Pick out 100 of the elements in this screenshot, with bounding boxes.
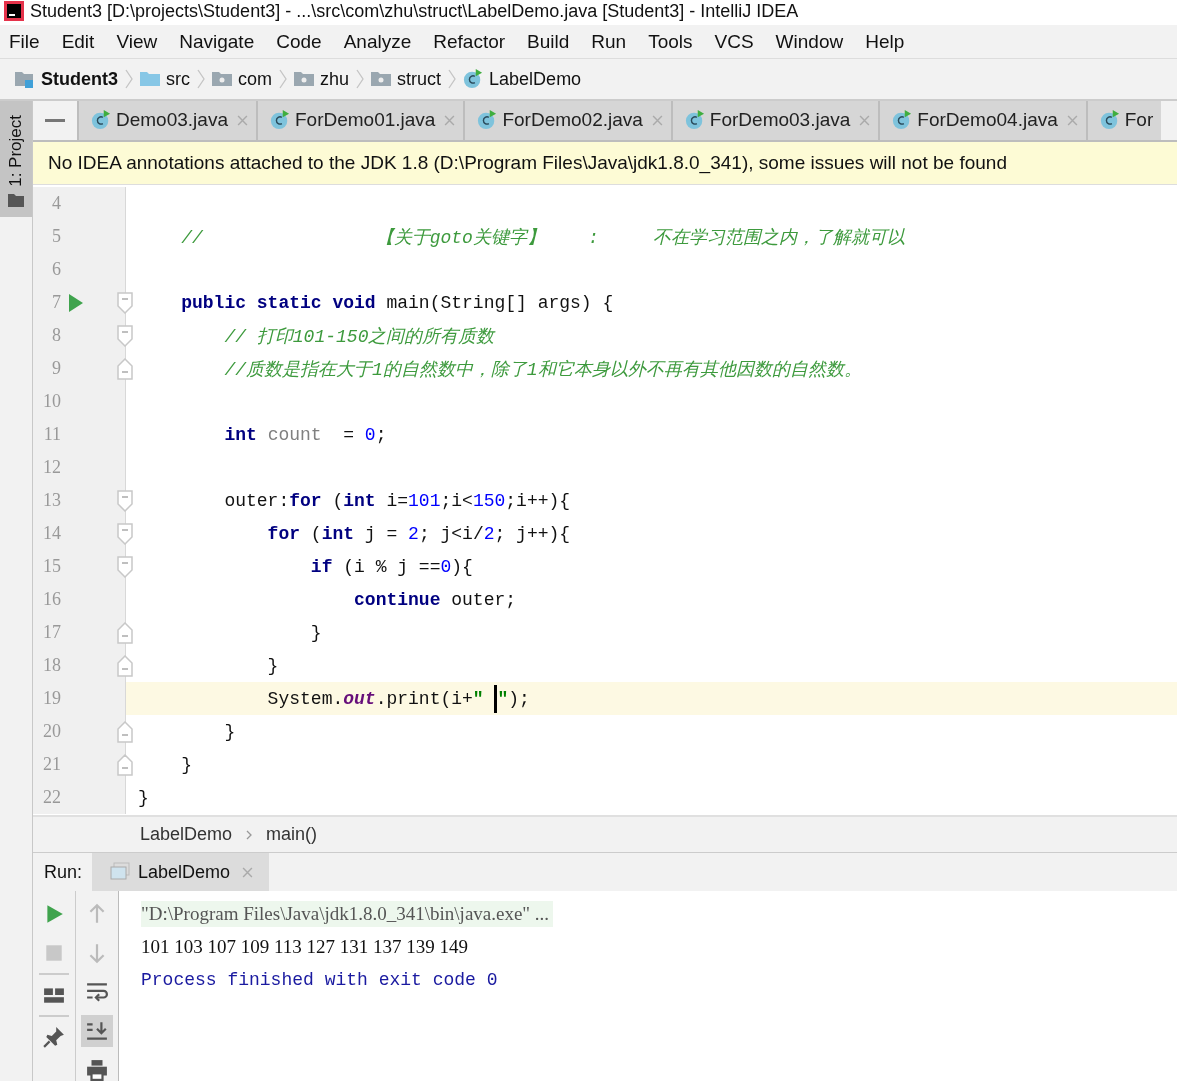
editor-tab[interactable]: ForDemo03.java [670, 101, 879, 140]
unfold-icon[interactable] [117, 621, 133, 644]
fold-icon[interactable] [117, 522, 133, 545]
breadcrumb-item[interactable]: com [212, 68, 273, 90]
code-line: for (int j = 2; j<i/2; j++){ [266, 523, 571, 544]
line-number: 21 [42, 754, 61, 776]
line-number: 14 [42, 523, 61, 545]
breadcrumb-item[interactable]: LabelDemo [140, 824, 233, 846]
code-line: } [223, 721, 236, 742]
code-line: int count = 0; [223, 424, 387, 445]
chevron-icon [279, 69, 288, 89]
code-line: continue outer; [353, 589, 517, 610]
menu-item[interactable]: Run [591, 30, 627, 53]
window-title: Student3 [D:\projects\Student3] - ...\src\com\zhu\struct\LabelDemo.java [Student3] - IntelliJ IDEA [30, 0, 799, 22]
editor-tab[interactable]: Demo03.java [77, 101, 256, 140]
line-number: 17 [42, 622, 61, 644]
editor-tab[interactable]: For [1085, 101, 1162, 140]
run-tab[interactable]: LabelDemo [92, 853, 270, 891]
breadcrumb-item[interactable]: main() [266, 824, 318, 846]
editor-tab[interactable]: ForDemo04.java [878, 101, 1086, 140]
window-icon [110, 862, 131, 882]
package-folder-icon [212, 69, 232, 89]
fold-icon[interactable] [117, 555, 133, 578]
unfold-icon[interactable] [117, 654, 133, 677]
code-line: System.out.print(i+" "); [126, 684, 530, 713]
code-line: // 打印101-150之间的所有质数 [223, 325, 495, 348]
chevron-icon [125, 69, 133, 89]
fold-icon[interactable] [117, 324, 133, 347]
close-icon[interactable] [651, 114, 663, 126]
editor-tab[interactable]: ForDemo02.java [463, 101, 671, 140]
close-icon[interactable] [859, 114, 871, 126]
menu-item[interactable]: Window [775, 30, 844, 53]
code-line: public static void main(String[] args) { [180, 292, 614, 313]
line-number: 4 [51, 193, 61, 215]
folder-icon [140, 69, 160, 89]
breadcrumb-item[interactable]: struct [371, 68, 442, 90]
class-icon [269, 110, 290, 131]
unfold-icon[interactable] [117, 720, 133, 743]
project-tool-tab[interactable]: 1: Project [0, 101, 32, 217]
class-icon [477, 110, 498, 131]
pin-icon[interactable] [43, 1026, 65, 1048]
line-number: 9 [51, 358, 61, 380]
menu-item[interactable]: VCS [714, 30, 754, 53]
close-icon[interactable] [1066, 114, 1078, 126]
close-icon[interactable] [236, 114, 248, 126]
line-number: 6 [51, 259, 61, 281]
unfold-icon[interactable] [117, 357, 133, 380]
code-line: } [180, 754, 192, 775]
line-number: 8 [51, 325, 61, 347]
editor-tab[interactable]: ForDemo01.java [255, 101, 464, 140]
console-line: Process finished with exit code 0 [141, 969, 498, 990]
menu-item[interactable]: Help [865, 30, 905, 53]
package-folder-icon [371, 69, 392, 89]
class-icon [684, 110, 705, 131]
menu-item[interactable]: Analyze [343, 30, 412, 53]
breadcrumb-item[interactable]: zhu [294, 68, 350, 90]
menu-item[interactable]: Build [527, 30, 570, 53]
breadcrumb-item[interactable]: Student3 [15, 68, 118, 90]
menu-item[interactable]: View [116, 30, 158, 53]
print-icon[interactable] [86, 1059, 108, 1081]
line-number: 16 [42, 589, 61, 611]
menu-item[interactable]: File [9, 30, 40, 53]
menu-item[interactable]: Tools [648, 30, 693, 53]
code-line: } [309, 622, 322, 643]
line-number: 20 [42, 721, 61, 743]
run-icon[interactable] [69, 293, 83, 312]
chevron-icon [246, 829, 253, 840]
fold-icon[interactable] [117, 291, 133, 314]
menu-item[interactable]: Code [276, 30, 322, 53]
class-icon [892, 110, 913, 131]
line-number: 11 [42, 424, 61, 446]
code-line: } [266, 655, 279, 676]
line-number: 13 [42, 490, 61, 512]
close-icon[interactable] [242, 866, 254, 878]
breadcrumb-item[interactable]: src [140, 68, 190, 90]
soft-wrap-icon[interactable] [86, 981, 108, 1003]
stop-icon[interactable] [43, 942, 65, 964]
code-line: //质数是指在大于1的自然数中，除了1和它本身以外不再有其他因数的自然数。 [223, 358, 862, 381]
fold-icon[interactable] [117, 489, 133, 512]
notification-banner: No IDEA annotations attached to the JDK 1.8 (D:\Program Files\Java\jdk1.8.0_341), some issues will not be found [33, 141, 1177, 186]
minimize-icon[interactable] [45, 118, 65, 122]
close-icon[interactable] [444, 114, 456, 126]
line-number: 22 [42, 787, 61, 809]
console-line: 101 103 107 109 113 127 131 137 139 149 [141, 935, 469, 958]
breadcrumb-item[interactable]: LabelDemo [463, 68, 582, 90]
unfold-icon[interactable] [117, 753, 133, 776]
line-number: 19 [42, 688, 61, 710]
menu-item[interactable]: Edit [61, 30, 95, 53]
menu-item[interactable]: Navigate [179, 30, 255, 53]
code-line: } [137, 787, 149, 808]
class-icon [91, 110, 111, 131]
line-number: 18 [42, 655, 61, 677]
class-icon [1099, 110, 1120, 131]
code-line: // 【关于goto关键字】 : 不在学习范围之内，了解就可以 [180, 226, 905, 249]
code-line: outer:for (int i=101;i<150;i++){ [223, 490, 571, 511]
chevron-icon [197, 69, 205, 89]
line-number: 15 [42, 556, 61, 578]
menu-item[interactable]: Refactor [433, 30, 506, 53]
chevron-icon [448, 69, 457, 89]
package-folder-icon [294, 69, 315, 89]
